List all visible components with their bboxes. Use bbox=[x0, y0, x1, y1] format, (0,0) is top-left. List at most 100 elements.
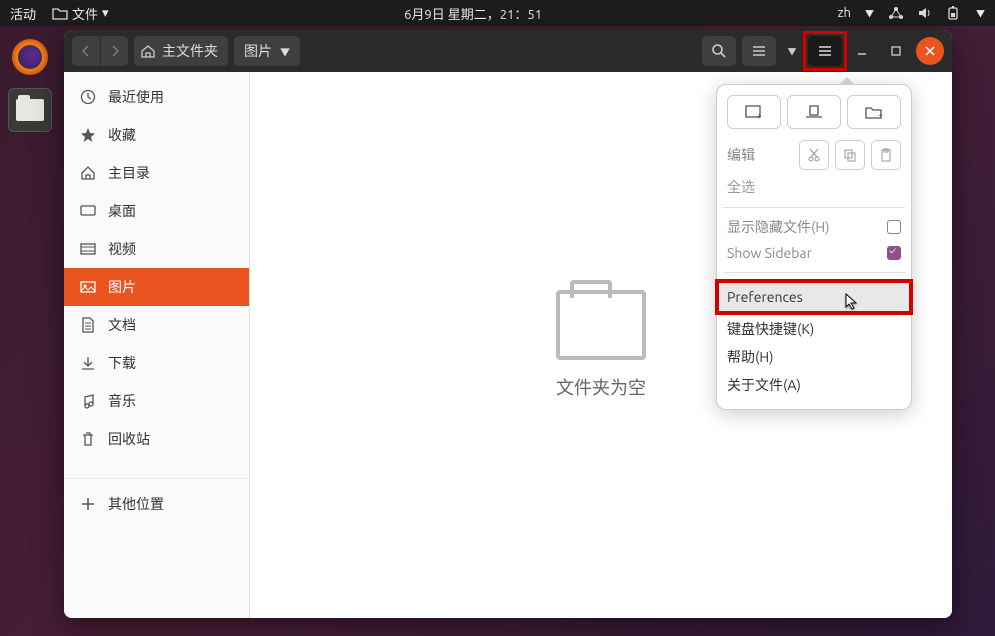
list-icon bbox=[751, 44, 767, 58]
sidebar-label: 图片 bbox=[108, 277, 136, 297]
search-icon bbox=[711, 43, 727, 59]
cut-button[interactable] bbox=[799, 140, 829, 170]
sidebar-item-desktop[interactable]: 桌面 bbox=[64, 192, 249, 230]
sidebar-label: 其他位置 bbox=[108, 494, 164, 514]
sidebar-label: 回收站 bbox=[108, 429, 150, 449]
folder-icon bbox=[16, 99, 44, 121]
sidebar-item-music[interactable]: 音乐 bbox=[64, 382, 249, 420]
paste-icon bbox=[879, 148, 893, 162]
language-indicator[interactable]: zh bbox=[838, 6, 851, 20]
path-bar[interactable]: 主文件夹 bbox=[134, 36, 228, 66]
back-button[interactable] bbox=[72, 36, 100, 66]
status-dropdown-icon: ▼ bbox=[976, 7, 985, 20]
show-hidden-checkbox[interactable] bbox=[887, 220, 901, 234]
hamburger-menu-button[interactable] bbox=[808, 36, 842, 66]
minimize-button[interactable] bbox=[848, 37, 876, 65]
new-tab-button[interactable] bbox=[787, 95, 841, 129]
cut-icon bbox=[807, 148, 821, 162]
folder-icon bbox=[52, 6, 68, 20]
chevron-down-icon: ▼ bbox=[787, 45, 796, 58]
chevron-right-icon bbox=[110, 45, 120, 57]
maximize-icon bbox=[891, 46, 901, 56]
preferences-item[interactable]: Preferences bbox=[719, 283, 909, 311]
clock-icon bbox=[80, 89, 96, 105]
sidebar-item-home[interactable]: 主目录 bbox=[64, 154, 249, 192]
sidebar-item-videos[interactable]: 视频 bbox=[64, 230, 249, 268]
new-folder-icon: + bbox=[865, 105, 883, 119]
sidebar-item-other[interactable]: 其他位置 bbox=[64, 478, 249, 522]
divider bbox=[723, 207, 905, 208]
sidebar-item-recent[interactable]: 最近使用 bbox=[64, 78, 249, 116]
help-item[interactable]: 帮助(H) bbox=[727, 343, 901, 371]
volume-icon[interactable] bbox=[918, 6, 932, 20]
view-list-button[interactable] bbox=[742, 36, 776, 66]
video-icon bbox=[80, 241, 96, 257]
firefox-launcher[interactable] bbox=[9, 36, 51, 78]
select-all-item[interactable]: 全选 bbox=[727, 173, 901, 201]
copy-icon bbox=[843, 148, 857, 162]
current-folder-label: 图片 bbox=[244, 41, 272, 61]
search-button[interactable] bbox=[702, 36, 736, 66]
plus-icon bbox=[80, 496, 96, 512]
pictures-icon bbox=[80, 279, 96, 295]
chevron-left-icon bbox=[81, 45, 91, 57]
view-menu-button[interactable]: ▼ bbox=[782, 36, 802, 66]
clock-label[interactable]: 6月9日 星期二，21：51 bbox=[109, 4, 838, 23]
window-body: 最近使用 收藏 主目录 桌面 视频 图片 bbox=[64, 72, 952, 618]
about-item[interactable]: 关于文件(A) bbox=[727, 371, 901, 399]
files-launcher[interactable] bbox=[8, 88, 52, 132]
show-sidebar-checkbox[interactable] bbox=[887, 246, 901, 260]
top-panel: 活动 文件 ▾ 6月9日 星期二，21：51 zh ▼ ▼ bbox=[0, 0, 995, 26]
places-sidebar: 最近使用 收藏 主目录 桌面 视频 图片 bbox=[64, 72, 250, 618]
sidebar-label: 下载 bbox=[108, 353, 136, 373]
svg-text:+: + bbox=[878, 110, 883, 119]
shortcuts-item[interactable]: 键盘快捷键(K) bbox=[727, 315, 901, 343]
minimize-icon bbox=[857, 46, 867, 56]
maximize-button[interactable] bbox=[882, 37, 910, 65]
network-icon[interactable] bbox=[888, 6, 904, 20]
home-crumb-label: 主文件夹 bbox=[162, 41, 218, 61]
triangle-down-icon: ▼ bbox=[280, 44, 290, 59]
window-headerbar: 主文件夹 图片 ▼ ▼ bbox=[64, 30, 952, 72]
sidebar-item-downloads[interactable]: 下载 bbox=[64, 344, 249, 382]
home-icon bbox=[140, 44, 156, 58]
highlight-box-preferences: Preferences bbox=[715, 279, 913, 315]
status-dropdown-icon: ▼ bbox=[865, 7, 874, 20]
sidebar-label: 视频 bbox=[108, 239, 136, 259]
show-sidebar-item[interactable]: Show Sidebar bbox=[727, 245, 812, 261]
firefox-icon bbox=[12, 39, 48, 75]
forward-button[interactable] bbox=[100, 36, 128, 66]
sidebar-label: 文档 bbox=[108, 315, 136, 335]
downloads-icon bbox=[80, 355, 96, 371]
show-hidden-item[interactable]: 显示隐藏文件(H) bbox=[727, 217, 830, 237]
sidebar-item-starred[interactable]: 收藏 bbox=[64, 116, 249, 154]
close-icon bbox=[925, 46, 935, 56]
new-window-icon: + bbox=[745, 105, 763, 119]
sidebar-label: 主目录 bbox=[108, 163, 150, 183]
sidebar-item-documents[interactable]: 文档 bbox=[64, 306, 249, 344]
sidebar-item-pictures[interactable]: 图片 bbox=[64, 268, 249, 306]
close-button[interactable] bbox=[916, 37, 944, 65]
sidebar-label: 最近使用 bbox=[108, 87, 164, 107]
activities-button[interactable]: 活动 bbox=[10, 4, 36, 23]
desktop-icon bbox=[80, 203, 96, 219]
copy-button[interactable] bbox=[835, 140, 865, 170]
location-dropdown[interactable]: 图片 ▼ bbox=[234, 36, 300, 66]
svg-text:+: + bbox=[757, 111, 762, 119]
trash-icon bbox=[80, 431, 96, 447]
new-folder-button[interactable]: + bbox=[847, 95, 901, 129]
battery-icon[interactable] bbox=[946, 6, 962, 20]
sidebar-item-trash[interactable]: 回收站 bbox=[64, 420, 249, 458]
empty-folder-label: 文件夹为空 bbox=[556, 374, 646, 400]
app-menu[interactable]: 文件 ▾ bbox=[52, 4, 109, 23]
cursor-icon bbox=[845, 293, 859, 311]
new-window-button[interactable]: + bbox=[727, 95, 781, 129]
nav-buttons bbox=[72, 36, 128, 66]
sidebar-label: 桌面 bbox=[108, 201, 136, 221]
documents-icon bbox=[80, 317, 96, 333]
highlight-box-hamburger bbox=[803, 31, 847, 71]
sidebar-label: 音乐 bbox=[108, 391, 136, 411]
sidebar-label: 收藏 bbox=[108, 125, 136, 145]
app-name-label: 文件 bbox=[72, 4, 98, 23]
paste-button[interactable] bbox=[871, 140, 901, 170]
